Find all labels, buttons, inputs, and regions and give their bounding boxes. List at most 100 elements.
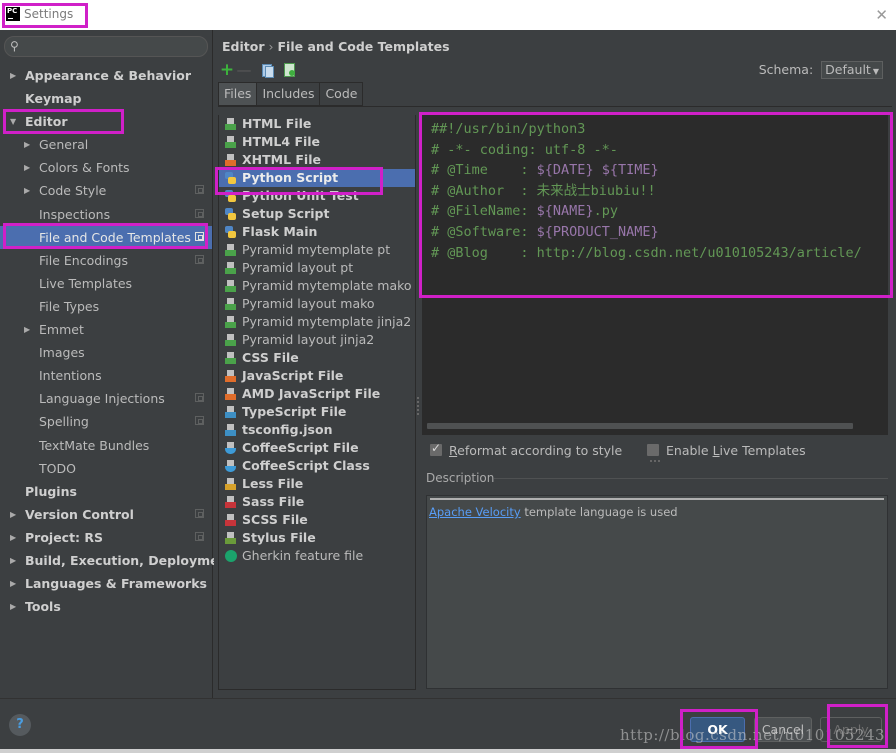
sidebar-item[interactable]: Spelling: [0, 410, 212, 433]
expand-right-icon[interactable]: ▶: [10, 572, 16, 595]
horizontal-scrollbar[interactable]: [427, 423, 853, 429]
sidebar-item[interactable]: Images: [0, 341, 212, 364]
template-list-item[interactable]: Gherkin feature file: [219, 547, 415, 565]
template-list-item[interactable]: AMD JavaScript File: [219, 385, 415, 403]
add-icon[interactable]: +: [219, 62, 235, 79]
template-editor[interactable]: ##!/usr/bin/python3 # -*- coding: utf-8 -…: [422, 115, 888, 435]
template-label: SCSS File: [242, 512, 308, 527]
sidebar-item[interactable]: File Encodings: [0, 249, 212, 272]
expand-right-icon[interactable]: ▶: [10, 64, 16, 87]
sidebar-item[interactable]: Live Templates: [0, 272, 212, 295]
expand-down-icon[interactable]: ▼: [10, 110, 16, 133]
breadcrumb: Editor › File and Code Templates: [222, 39, 450, 54]
template-list-item[interactable]: Less File: [219, 475, 415, 493]
create-child-template-icon[interactable]: [281, 62, 297, 78]
file-type-icon: [225, 244, 236, 256]
sidebar-item[interactable]: ▶ Build, Execution, Deployment: [0, 549, 233, 572]
sidebar-item[interactable]: Language Injections: [0, 387, 212, 410]
template-list-item[interactable]: Pyramid layout mako: [219, 295, 415, 313]
template-code[interactable]: ##!/usr/bin/python3 # -*- coding: utf-8 -…: [431, 119, 862, 263]
template-list-item[interactable]: TypeScript File: [219, 403, 415, 421]
expand-right-icon[interactable]: ▶: [10, 549, 16, 572]
expand-right-icon[interactable]: ▶: [10, 526, 16, 549]
schema-selector: Schema: Default ▼: [759, 61, 883, 79]
template-list-item[interactable]: JavaScript File: [219, 367, 415, 385]
sidebar-item-label: File Types: [39, 298, 100, 314]
sidebar-item[interactable]: ▶ Tools: [0, 595, 212, 618]
settings-tree: ▶ Appearance & Behavior Keymap ▼ Editor ▶ Gene…: [0, 64, 233, 618]
template-list-item[interactable]: Pyramid mytemplate mako: [219, 277, 415, 295]
code-text: # @Software:: [431, 223, 537, 240]
expand-right-icon[interactable]: ▶: [24, 318, 30, 341]
template-list-item[interactable]: Flask Main: [219, 223, 415, 241]
sidebar-item[interactable]: Intentions: [0, 364, 212, 387]
template-list-item[interactable]: Pyramid mytemplate jinja2: [219, 313, 415, 331]
template-list-item[interactable]: HTML4 File: [219, 133, 415, 151]
sidebar-item[interactable]: ▶ Code Style: [0, 179, 212, 202]
file-type-icon: [225, 118, 236, 130]
sidebar-item[interactable]: File and Code Templates: [0, 225, 212, 249]
ok-button[interactable]: OK: [690, 717, 745, 742]
sidebar-item[interactable]: ▶ General: [0, 133, 212, 156]
remove-icon[interactable]: —: [236, 62, 252, 78]
live-templates-label: Enable Live Templates: [666, 443, 806, 458]
copy-icon[interactable]: [259, 62, 275, 78]
expand-right-icon[interactable]: ▶: [10, 503, 16, 526]
sidebar-item[interactable]: ▶ Project: RS: [0, 526, 212, 549]
schema-value: Default: [825, 62, 871, 77]
template-list-item[interactable]: CSS File: [219, 349, 415, 367]
tab-files[interactable]: Files: [218, 82, 258, 106]
template-list-item[interactable]: tsconfig.json: [219, 421, 415, 439]
gherkin-icon: [225, 550, 237, 562]
sidebar-item[interactable]: ▼ Editor: [0, 110, 212, 133]
template-label: Gherkin feature file: [242, 548, 364, 563]
template-list-item[interactable]: HTML File: [219, 115, 415, 133]
template-label: Pyramid layout pt: [242, 260, 354, 275]
template-list-item[interactable]: Setup Script: [219, 205, 415, 223]
tab-includes[interactable]: Includes: [257, 82, 321, 106]
sidebar-item[interactable]: ▶ Emmet: [0, 318, 212, 341]
template-list-item[interactable]: CoffeeScript File: [219, 439, 415, 457]
sidebar-item[interactable]: ▶ Languages & Frameworks: [0, 572, 212, 595]
template-list-item[interactable]: Stylus File: [219, 529, 415, 547]
sidebar-item[interactable]: Plugins: [0, 480, 212, 503]
project-level-icon: [195, 231, 204, 241]
splitter-handle-horizontal[interactable]: [650, 460, 660, 462]
expand-right-icon[interactable]: ▶: [24, 156, 30, 179]
schema-dropdown[interactable]: Default ▼: [821, 61, 883, 79]
template-list-item[interactable]: Python Script: [219, 169, 415, 187]
sidebar-item[interactable]: ▶ Appearance & Behavior: [0, 64, 212, 87]
expand-right-icon[interactable]: ▶: [24, 133, 30, 156]
sidebar-item[interactable]: TODO: [0, 457, 212, 480]
expand-right-icon[interactable]: ▶: [24, 179, 30, 202]
close-icon[interactable]: ✕: [875, 6, 888, 24]
apache-velocity-link[interactable]: Apache Velocity: [429, 505, 521, 519]
template-list-item[interactable]: Pyramid layout pt: [219, 259, 415, 277]
sidebar-item[interactable]: Keymap: [0, 87, 212, 110]
template-list-item[interactable]: Pyramid mytemplate pt: [219, 241, 415, 259]
template-list-item[interactable]: Sass File: [219, 493, 415, 511]
tab-code[interactable]: Code: [320, 82, 364, 106]
splitter-handle[interactable]: [417, 397, 419, 415]
template-label: CoffeeScript Class: [242, 458, 370, 473]
sidebar-item[interactable]: File Types: [0, 295, 212, 318]
template-list-item[interactable]: Pyramid layout jinja2: [219, 331, 415, 349]
settings-search-input[interactable]: ⚲: [4, 36, 208, 57]
template-list-item[interactable]: Python Unit Test: [219, 187, 415, 205]
sidebar-item-label: Editor: [25, 114, 68, 130]
apply-button[interactable]: Apply: [820, 717, 882, 742]
template-label: CSS File: [242, 350, 299, 365]
sidebar-item[interactable]: ▶ Colors & Fonts: [0, 156, 212, 179]
sidebar-item[interactable]: TextMate Bundles: [0, 434, 212, 457]
cancel-button[interactable]: Cancel: [754, 717, 812, 742]
expand-right-icon[interactable]: ▶: [10, 595, 16, 618]
template-list-item[interactable]: SCSS File: [219, 511, 415, 529]
template-list-item[interactable]: CoffeeScript Class: [219, 457, 415, 475]
breadcrumb-parent: Editor: [222, 39, 265, 54]
template-label: Pyramid layout jinja2: [242, 332, 375, 347]
sidebar-item[interactable]: Inspections: [0, 203, 212, 226]
template-list-item[interactable]: XHTML File: [219, 151, 415, 169]
help-icon[interactable]: ?: [9, 714, 31, 736]
file-type-icon: [225, 514, 236, 526]
sidebar-item[interactable]: ▶ Version Control: [0, 503, 212, 526]
